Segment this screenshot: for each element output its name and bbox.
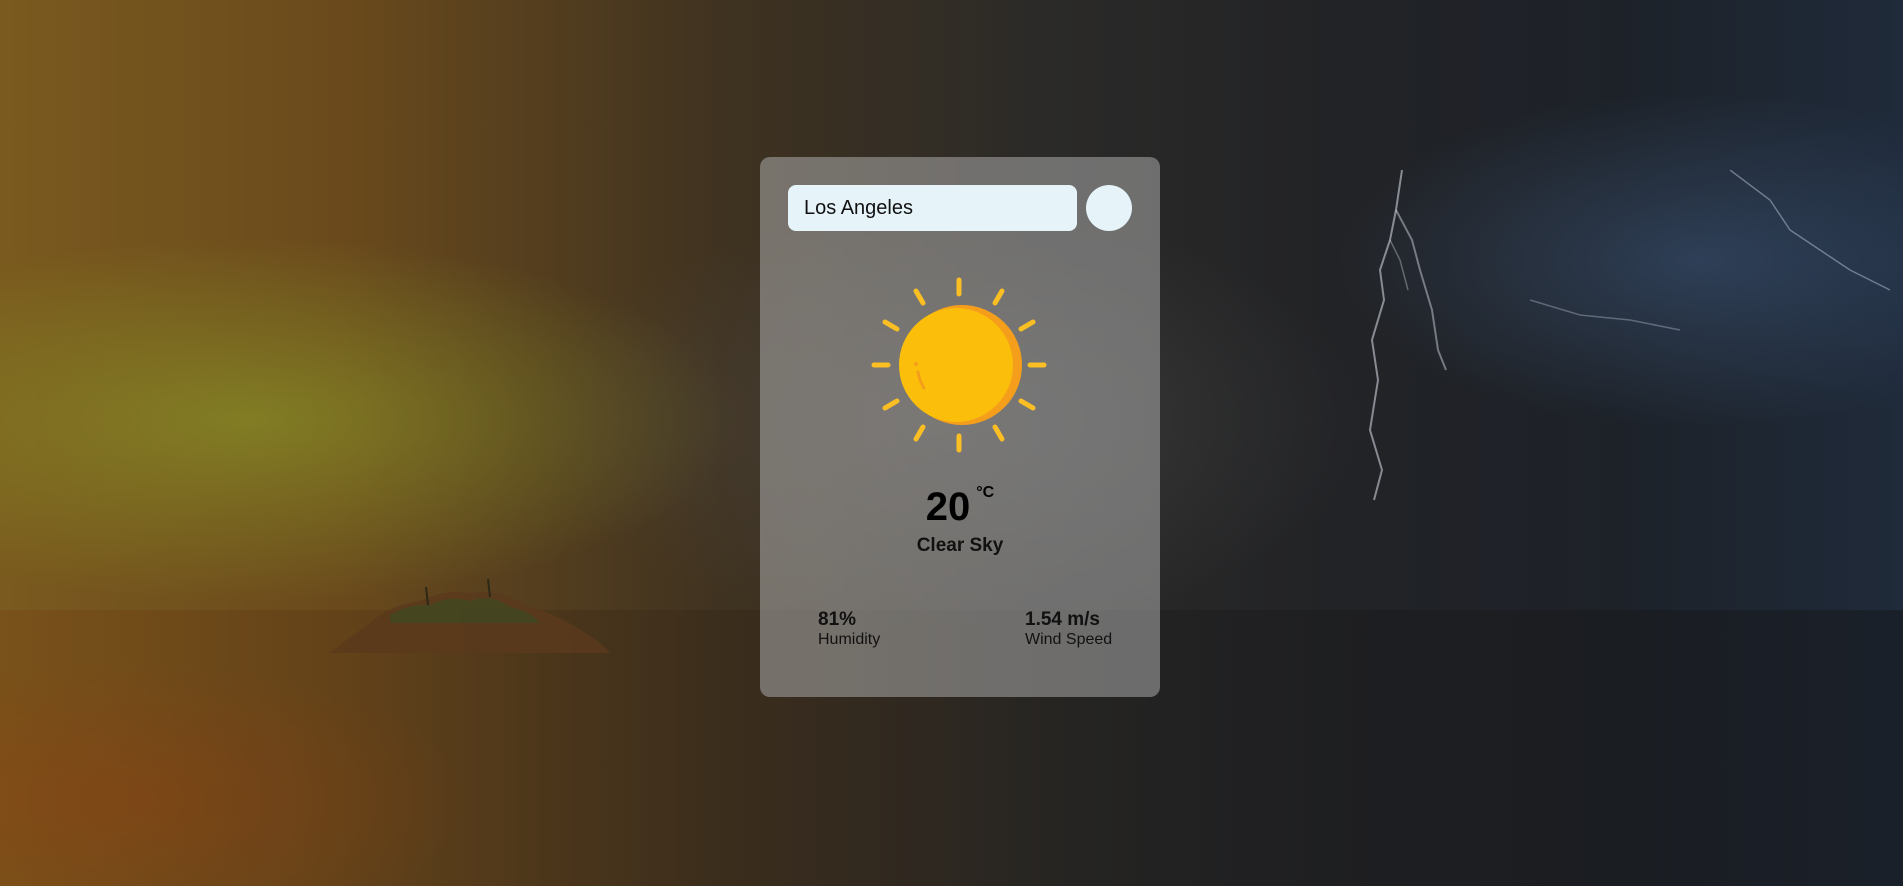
temperature-value: 20 [925,485,971,529]
wind-speed-value: 1.54 m/s [1025,609,1100,630]
humidity-stat: 81% Humidity [818,609,880,649]
search-button[interactable] [1086,185,1132,231]
humidity-value: 81% [818,609,857,630]
humidity-label: Humidity [818,631,881,648]
wind-speed-label: Wind Speed [1025,631,1113,648]
weather-description: Clear Sky [916,535,1004,556]
search-bar [788,185,1132,231]
wind-speed-stat: 1.54 m/s Wind Speed [1025,609,1112,649]
sun-icon [871,277,1047,453]
temperature-display: 20 °C [760,482,1160,532]
temperature-unit: °C [976,484,995,501]
weather-card: 20 °C Clear Sky 81% Humidity 1.54 m/s Win… [760,157,1160,697]
city-search-input[interactable] [788,185,1077,231]
island-silhouette [330,578,610,653]
lightning-bolts [1368,170,1891,501]
